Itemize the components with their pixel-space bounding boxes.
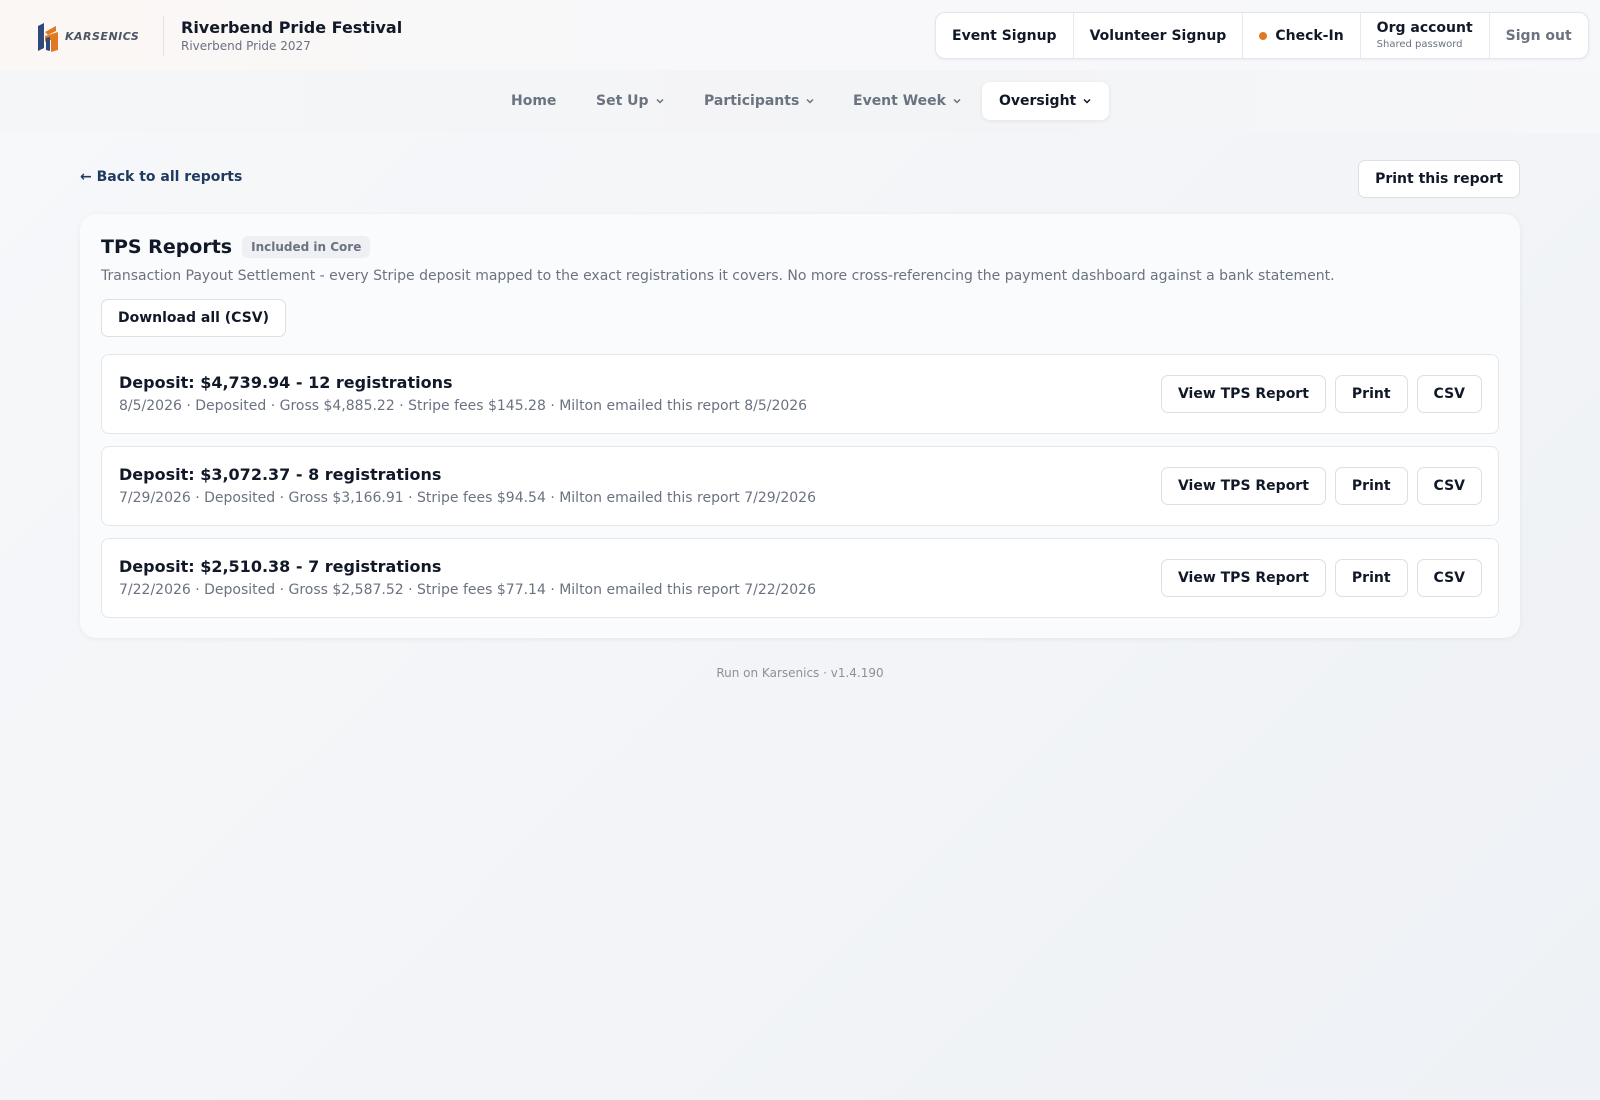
top-bar: KARSENICS Riverbend Pride Festival River… [0,0,1600,70]
header-divider [163,16,164,56]
plan-badge: Included in Core [242,236,371,258]
logo-wordmark: KARSENICS [65,29,140,43]
view-tps-report-button[interactable]: View TPS Report [1160,375,1326,413]
deposit-meta: 8/5/2026 · Deposited · Gross $4,885.22 ·… [119,398,808,414]
back-to-reports-link[interactable]: ← Back to all reports [80,169,242,185]
csv-deposit-button[interactable]: CSV [1416,375,1482,413]
status-dot-icon [1259,31,1268,40]
deposit-meta: 7/29/2026 · Deposited · Gross $3,166.91 … [119,490,816,506]
nav-set-up[interactable]: Set Up [579,82,682,120]
deposit-meta: 7/22/2026 · Deposited · Gross $2,587.52 … [119,582,816,598]
report-description: Transaction Payout Settlement - every St… [101,268,1335,284]
deposit-title: Deposit: $2,510.38 - 7 registrations [119,557,442,576]
chevron-down-icon [953,98,961,104]
check-in-label: Check-In [1275,27,1344,44]
tps-report-card: TPS Reports Included in Core Transaction… [80,214,1520,638]
print-deposit-button[interactable]: Print [1334,559,1408,597]
print-deposit-button[interactable]: Print [1334,467,1408,505]
nav-participants-label: Participants [704,93,800,109]
download-all-csv-button[interactable]: Download all (CSV) [101,299,286,337]
nav-oversight[interactable]: Oversight [982,82,1110,120]
event-info: Riverbend Pride Festival Riverbend Pride… [181,18,402,53]
deposit-title: Deposit: $4,739.94 - 12 registrations [119,373,453,392]
karsenics-logo-icon [38,23,58,52]
org-account-label: Org account [1376,20,1473,37]
deposit-title: Deposit: $3,072.37 - 8 registrations [119,465,442,484]
view-tps-report-button[interactable]: View TPS Report [1160,559,1326,597]
check-in-button[interactable]: Check-In [1243,13,1361,58]
footer-version: Run on Karsenics · v1.4.190 [716,666,884,680]
csv-deposit-button[interactable]: CSV [1416,467,1482,505]
deposit-row: Deposit: $2,510.38 - 7 registrations 7/2… [101,538,1499,618]
print-deposit-button[interactable]: Print [1334,375,1408,413]
deposit-row: Deposit: $4,739.94 - 12 registrations 8/… [101,354,1499,434]
event-subtitle: Riverbend Pride 2027 [181,39,311,53]
sign-out-button[interactable]: Sign out [1490,13,1588,58]
print-report-button[interactable]: Print this report [1358,160,1520,198]
report-title: TPS Reports [101,236,233,258]
event-signup-button[interactable]: Event Signup [936,13,1074,58]
header-action-bar: Event Signup Volunteer Signup Check-In O… [935,12,1589,59]
deposit-actions: View TPS Report Print CSV [1160,375,1482,413]
nav-event-week-label: Event Week [853,93,946,109]
main-nav: Home Set Up Participants Event Week Over… [0,70,1600,133]
view-tps-report-button[interactable]: View TPS Report [1160,467,1326,505]
chevron-down-icon [656,98,664,104]
nav-oversight-label: Oversight [999,93,1077,109]
nav-event-week[interactable]: Event Week [836,82,979,120]
org-account-button[interactable]: Org account Shared password [1361,13,1490,58]
org-account-sublabel: Shared password [1376,38,1463,50]
deposit-row: Deposit: $3,072.37 - 8 registrations 7/2… [101,446,1499,526]
volunteer-signup-button[interactable]: Volunteer Signup [1074,13,1244,58]
nav-home-label: Home [511,93,557,109]
chevron-down-icon [1083,98,1091,104]
nav-set-up-label: Set Up [596,93,649,109]
deposit-actions: View TPS Report Print CSV [1160,559,1482,597]
report-header: TPS Reports Included in Core [101,236,371,258]
brand-logo[interactable]: KARSENICS [36,20,139,52]
chevron-down-icon [806,98,814,104]
nav-participants[interactable]: Participants [687,82,832,120]
event-title: Riverbend Pride Festival [181,18,403,37]
csv-deposit-button[interactable]: CSV [1416,559,1482,597]
deposit-actions: View TPS Report Print CSV [1160,467,1482,505]
nav-home[interactable]: Home [494,82,573,120]
